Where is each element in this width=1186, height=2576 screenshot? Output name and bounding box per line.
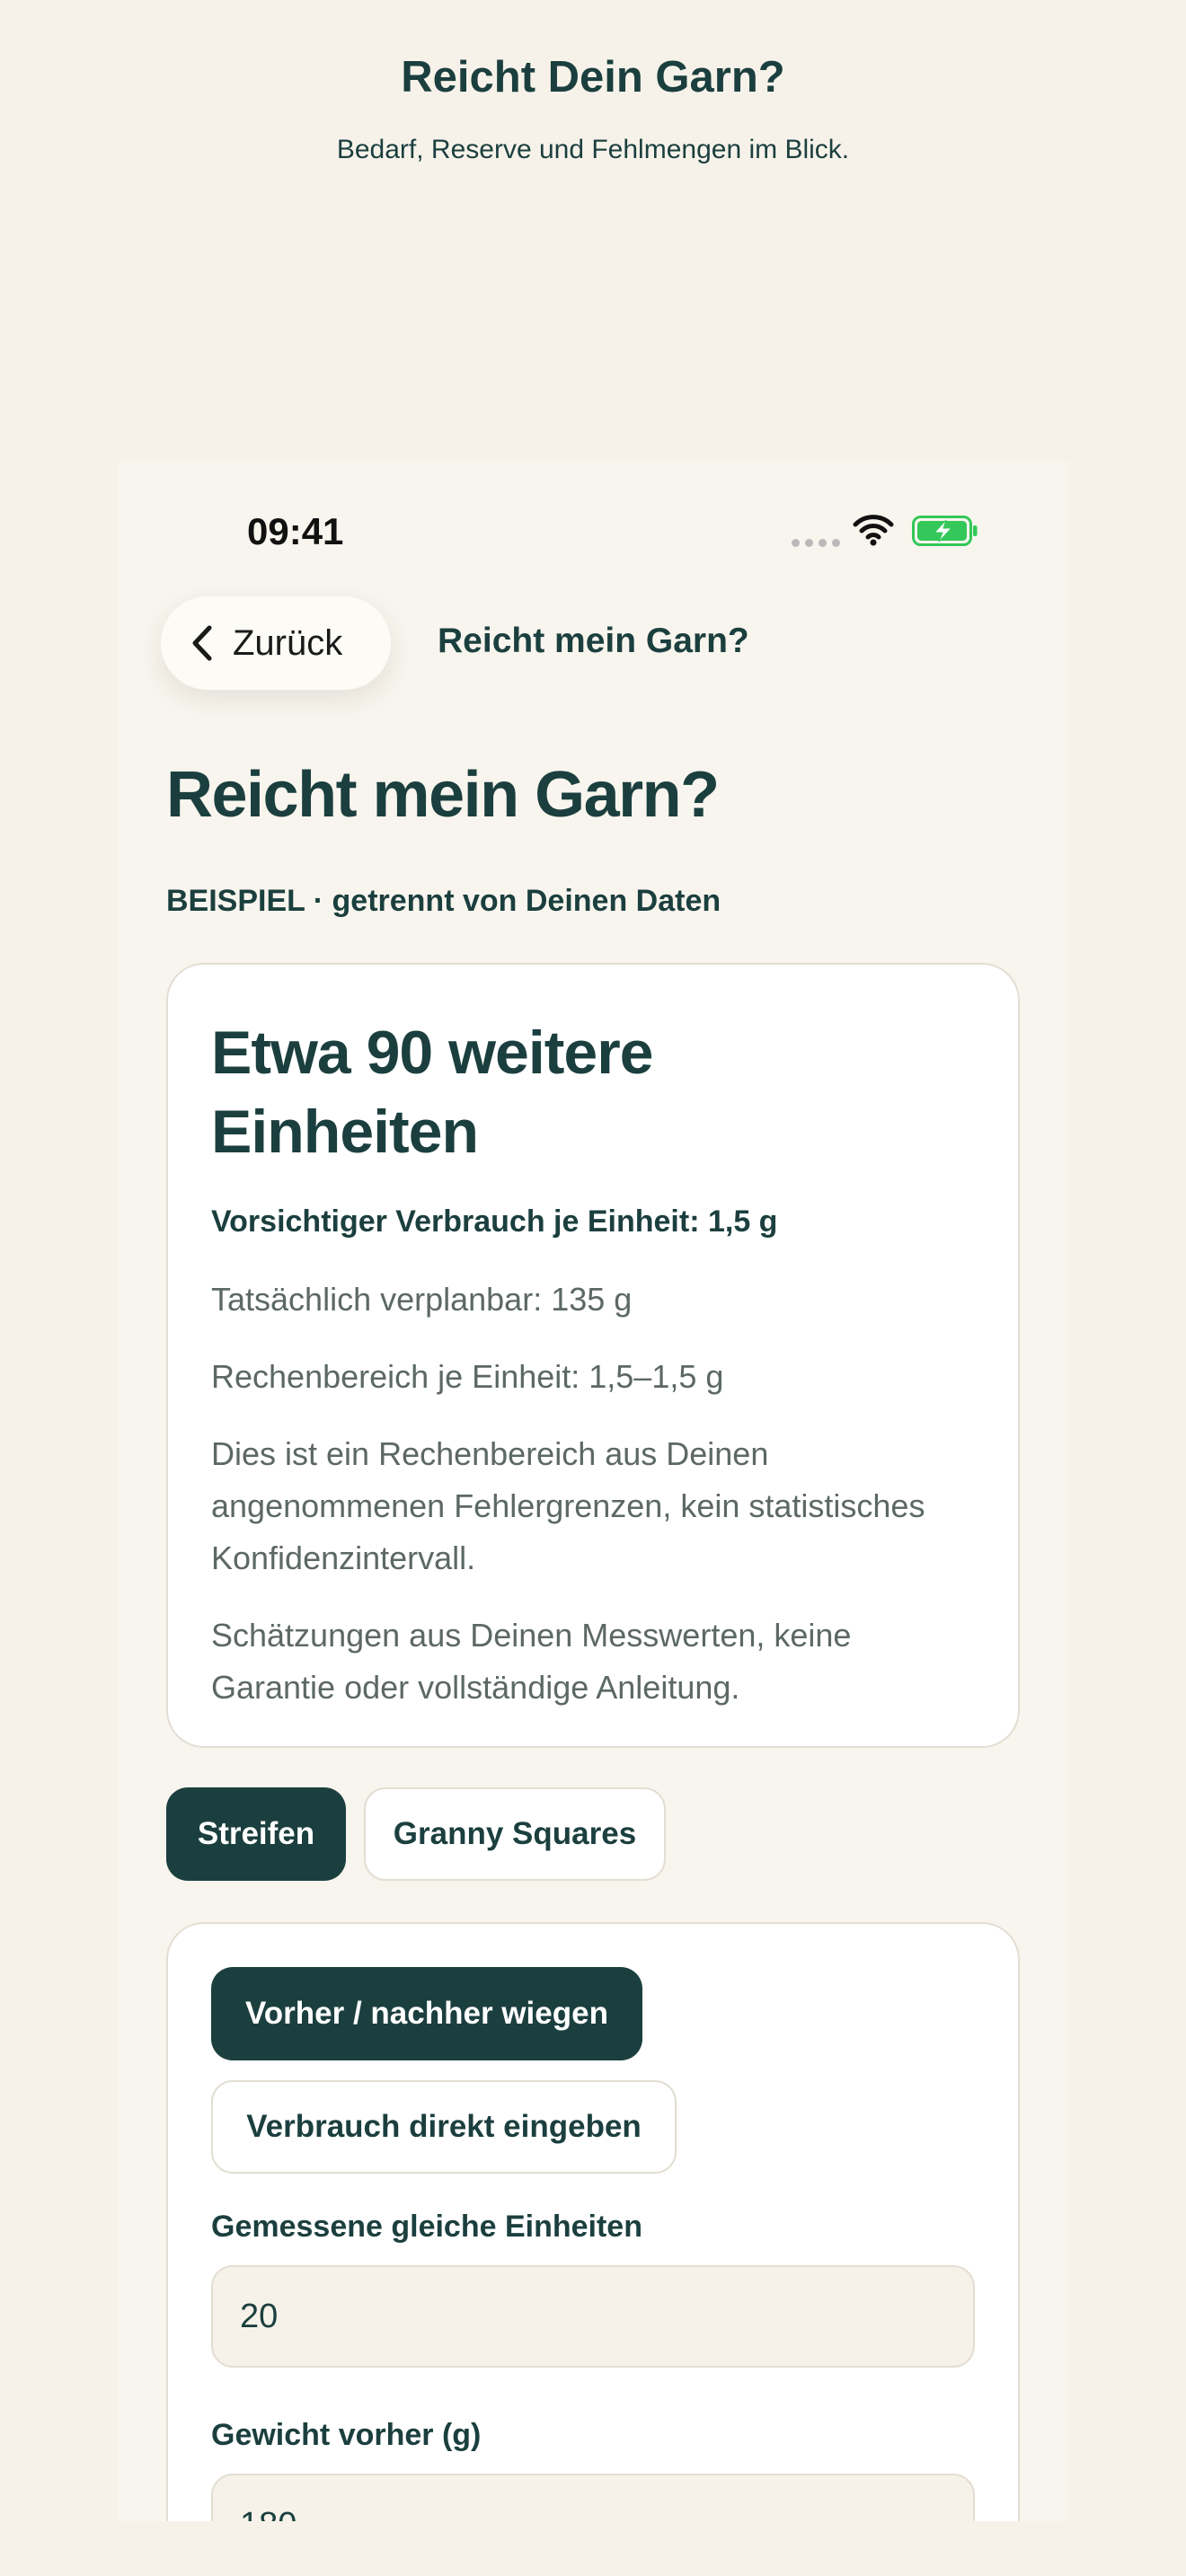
back-button-label: Zurück bbox=[233, 622, 343, 663]
input-card: Vorher / nachher wiegen Verbrauch direkt… bbox=[166, 1922, 1020, 2521]
status-time: 09:41 bbox=[247, 510, 344, 552]
battery-charging-icon bbox=[912, 516, 978, 546]
units-input[interactable] bbox=[211, 2265, 975, 2368]
method-direct-input[interactable]: Verbrauch direkt eingeben bbox=[211, 2080, 677, 2174]
plannable-amount: Tatsächlich verplanbar: 135 g bbox=[211, 1281, 633, 1318]
method-weigh-before-after[interactable]: Vorher / nachher wiegen bbox=[211, 1967, 642, 2060]
nav-title: Reicht mein Garn? bbox=[438, 622, 749, 660]
range-disclaimer: Dies ist ein Rechenbereich aus Deinen an… bbox=[211, 1435, 925, 1576]
back-button[interactable]: Zurück bbox=[161, 596, 391, 690]
tab-granny-squares[interactable]: Granny Squares bbox=[364, 1787, 666, 1881]
example-note: BEISPIEL · getrennt von Deinen Daten bbox=[166, 884, 721, 918]
estimate-disclaimer: Schätzungen aus Deinen Messwerten, keine… bbox=[211, 1617, 852, 1706]
weight-before-label: Gewicht vorher (g) bbox=[211, 2418, 482, 2452]
app-screen: 09:41 Zurück Reicht mein Garn? Reicht me… bbox=[118, 462, 1068, 2521]
promo-subtitle: Bedarf, Reserve und Fehlmengen im Blick. bbox=[336, 135, 850, 164]
promo-title: Reicht Dein Garn? bbox=[401, 53, 785, 101]
weight-before-input[interactable] bbox=[211, 2474, 975, 2521]
result-card: Etwa 90 weitere Einheiten Vorsichtiger V… bbox=[166, 963, 1020, 1748]
tab-streifen[interactable]: Streifen bbox=[166, 1787, 346, 1881]
cellular-signal-icon bbox=[792, 539, 840, 547]
wifi-icon bbox=[853, 515, 894, 546]
cautious-usage: Vorsichtiger Verbrauch je Einheit: 1,5 g bbox=[211, 1204, 778, 1239]
chevron-left-icon bbox=[192, 625, 212, 661]
result-headline: Etwa 90 weitere Einheiten bbox=[211, 1019, 653, 1166]
units-label: Gemessene gleiche Einheiten bbox=[211, 2210, 642, 2244]
range-per-unit: Rechenbereich je Einheit: 1,5–1,5 g bbox=[211, 1358, 724, 1395]
page-title: Reicht mein Garn? bbox=[166, 759, 720, 831]
